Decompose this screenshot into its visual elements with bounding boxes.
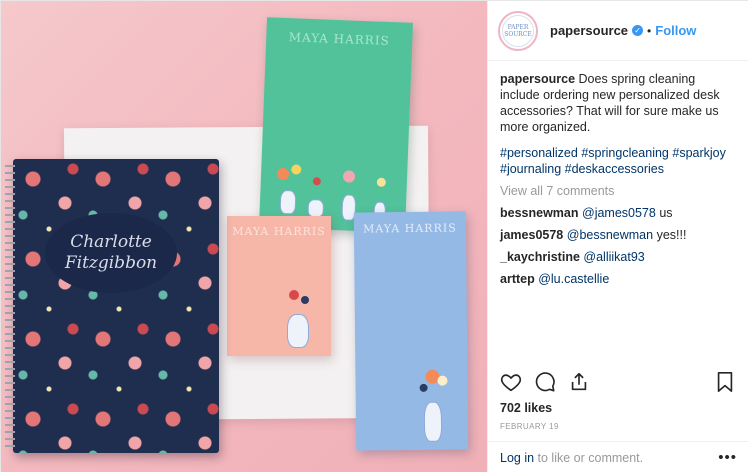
green-notepad-name: MAYA HARRIS bbox=[288, 30, 391, 48]
comment-row: bessnewman @james0578 us bbox=[500, 205, 737, 221]
flower bbox=[289, 290, 299, 300]
action-bar bbox=[500, 371, 735, 397]
comment-text: us bbox=[655, 206, 673, 220]
post-side-panel: PAPER SOURCE papersource ✓ • Follow pape… bbox=[487, 1, 748, 472]
hashtag-link[interactable]: #springcleaning bbox=[581, 146, 669, 160]
comment-mention[interactable]: @lu.castellie bbox=[538, 272, 609, 286]
avatar[interactable]: PAPER SOURCE bbox=[498, 10, 538, 51]
comment-username[interactable]: bessnewman bbox=[500, 206, 579, 220]
green-notepad: MAYA HARRIS bbox=[259, 17, 413, 233]
heart-icon[interactable] bbox=[500, 371, 522, 398]
more-options-icon[interactable]: ••• bbox=[718, 449, 737, 466]
notebook-name-line-1: Charlotte bbox=[70, 232, 152, 252]
comment-username[interactable]: arttep bbox=[500, 272, 535, 286]
follow-button[interactable]: Follow bbox=[655, 23, 696, 38]
hashtag-link[interactable]: #sparkjoy bbox=[672, 146, 726, 160]
flower bbox=[437, 375, 448, 386]
post-header: PAPER SOURCE papersource ✓ • Follow bbox=[488, 1, 748, 61]
comment-username[interactable]: _kaychristine bbox=[500, 250, 580, 264]
pink-notepad: MAYA HARRIS bbox=[227, 216, 331, 356]
caption: papersource Does spring cleaning include… bbox=[500, 71, 737, 135]
header-separator: • bbox=[647, 23, 652, 38]
avatar-logo: PAPER SOURCE bbox=[502, 14, 534, 47]
vase-2 bbox=[307, 198, 325, 218]
notebook-spiral bbox=[5, 165, 15, 447]
hashtag-link[interactable]: #personalized bbox=[500, 146, 578, 160]
flower bbox=[301, 296, 309, 304]
vase-blue bbox=[423, 401, 443, 442]
hashtags: #personalized #springcleaning #sparkjoy … bbox=[500, 145, 737, 177]
vase-pink bbox=[287, 314, 309, 348]
verified-icon: ✓ bbox=[632, 25, 644, 36]
login-link[interactable]: Log in bbox=[500, 451, 534, 465]
hashtag-link[interactable]: #deskaccessories bbox=[565, 162, 664, 176]
flower bbox=[342, 170, 356, 183]
vase-1 bbox=[279, 189, 297, 215]
flower bbox=[376, 177, 387, 187]
bookmark-icon[interactable] bbox=[715, 371, 735, 398]
floral-notebook bbox=[13, 159, 219, 453]
blue-notepad: MAYA HARRIS bbox=[353, 211, 469, 451]
header-username[interactable]: papersource bbox=[550, 23, 628, 38]
flower bbox=[276, 167, 290, 181]
comment-row: james0578 @bessnewman yes!!! bbox=[500, 227, 737, 243]
notebook-name-label: Charlotte Fitzgibbon bbox=[45, 213, 177, 293]
caption-username[interactable]: papersource bbox=[500, 72, 575, 86]
blue-notepad-name: MAYA HARRIS bbox=[363, 221, 457, 236]
post-date: FEBRUARY 19 bbox=[500, 422, 559, 431]
share-icon[interactable] bbox=[568, 371, 590, 398]
comment-mention[interactable]: @bessnewman bbox=[567, 228, 653, 242]
hashtag-link[interactable]: #journaling bbox=[500, 162, 561, 176]
comment-row: _kaychristine @alliikat93 bbox=[500, 249, 737, 265]
pink-notepad-name: MAYA HARRIS bbox=[232, 225, 326, 238]
comment-username[interactable]: james0578 bbox=[500, 228, 563, 242]
comment-text: yes!!! bbox=[653, 228, 687, 242]
comment-mention[interactable]: @james0578 bbox=[582, 206, 656, 220]
comments-section: papersource Does spring cleaning include… bbox=[488, 61, 748, 287]
flower bbox=[291, 164, 302, 175]
post-photo[interactable]: MAYA HARRIS MAYA HARRIS MAYA HARRIS Char… bbox=[1, 1, 487, 472]
login-text: to like or comment. bbox=[534, 450, 644, 465]
view-all-comments-link[interactable]: View all 7 comments bbox=[500, 183, 737, 199]
instagram-post: MAYA HARRIS MAYA HARRIS MAYA HARRIS Char… bbox=[0, 0, 748, 472]
likes-count[interactable]: 702 likes bbox=[500, 401, 552, 415]
notebook-name-line-2: Fitzgibbon bbox=[64, 253, 158, 273]
comment-icon[interactable] bbox=[534, 371, 556, 398]
flower bbox=[419, 383, 428, 392]
flower bbox=[312, 177, 321, 186]
comment-row: arttep @lu.castellie bbox=[500, 271, 737, 287]
comment-mention[interactable]: @alliikat93 bbox=[583, 250, 644, 264]
login-bar: Log in to like or comment. ••• bbox=[488, 441, 748, 472]
